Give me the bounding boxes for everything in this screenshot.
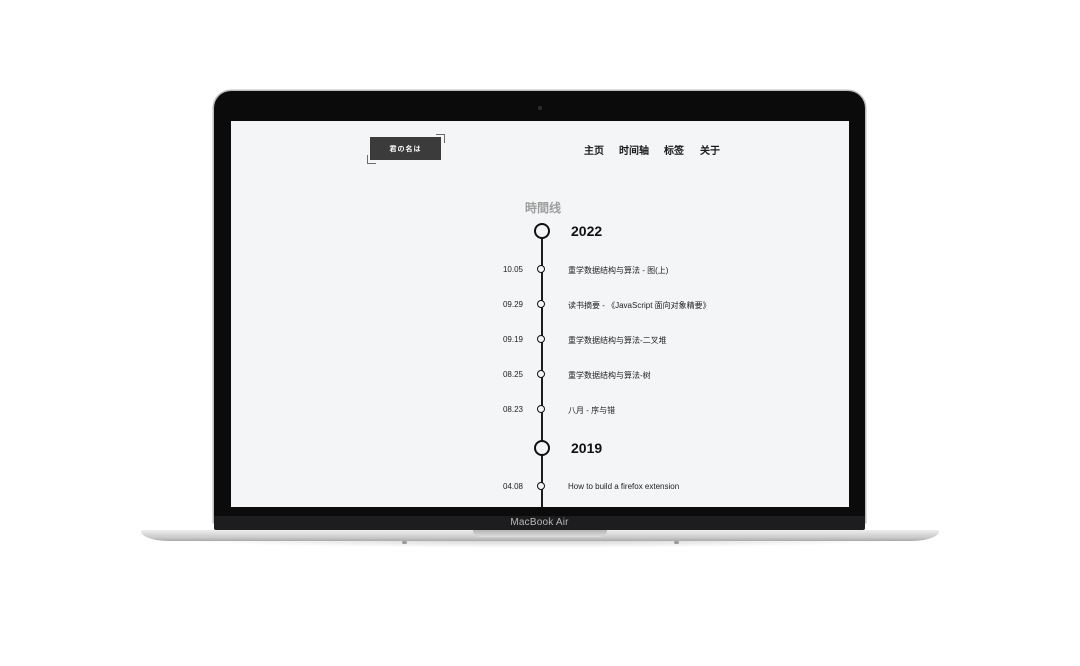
post-date: 10.05 bbox=[502, 265, 523, 274]
post-link[interactable]: 八月 - 序与错 bbox=[568, 405, 615, 416]
post-marker-icon bbox=[537, 265, 545, 273]
post-date: 09.19 bbox=[502, 335, 523, 344]
laptop-foot bbox=[674, 541, 679, 544]
post-link[interactable]: 读书摘要 - 《JavaScript 面向对象精要》 bbox=[568, 300, 711, 311]
logo-corner-decoration bbox=[436, 134, 445, 143]
post-link[interactable]: 重学数据结构与算法 - 图(上) bbox=[568, 265, 668, 276]
nav-home[interactable]: 主页 bbox=[584, 142, 604, 157]
post-marker-icon bbox=[537, 370, 545, 378]
post-link[interactable]: 重学数据结构与算法-树 bbox=[568, 370, 651, 381]
laptop-screen: 君の名は 主页 时间轴 标签 关于 時間线 2022 10.05 重学数据结构与… bbox=[231, 121, 849, 507]
post-marker-icon bbox=[537, 300, 545, 308]
post-link[interactable]: 重学数据结构与算法-二叉堆 bbox=[568, 335, 667, 346]
post-date: 04.08 bbox=[502, 482, 523, 491]
post-link[interactable]: How to build a firefox extension bbox=[568, 482, 679, 491]
page-title: 時間线 bbox=[525, 201, 562, 215]
laptop-notch bbox=[473, 530, 607, 537]
year-label: 2022 bbox=[571, 223, 603, 239]
post-date: 08.25 bbox=[502, 370, 523, 379]
laptop-chin: MacBook Air bbox=[214, 516, 865, 530]
post-date: 09.29 bbox=[502, 300, 523, 309]
laptop-foot bbox=[402, 541, 407, 544]
laptop-shadow bbox=[170, 540, 910, 548]
nav-timeline[interactable]: 时间轴 bbox=[619, 142, 649, 157]
year-marker-icon bbox=[534, 440, 550, 456]
logo-corner-decoration bbox=[367, 155, 376, 164]
year-marker-icon bbox=[534, 223, 550, 239]
nav-tags[interactable]: 标签 bbox=[664, 142, 684, 157]
year-label: 2019 bbox=[571, 440, 603, 456]
site-logo[interactable]: 君の名は bbox=[370, 137, 441, 160]
post-date: 08.23 bbox=[502, 405, 523, 414]
post-marker-icon bbox=[537, 405, 545, 413]
nav-about[interactable]: 关于 bbox=[700, 142, 720, 157]
post-marker-icon bbox=[537, 482, 545, 490]
post-marker-icon bbox=[537, 335, 545, 343]
device-label: MacBook Air bbox=[510, 517, 569, 528]
camera-icon bbox=[538, 106, 542, 110]
